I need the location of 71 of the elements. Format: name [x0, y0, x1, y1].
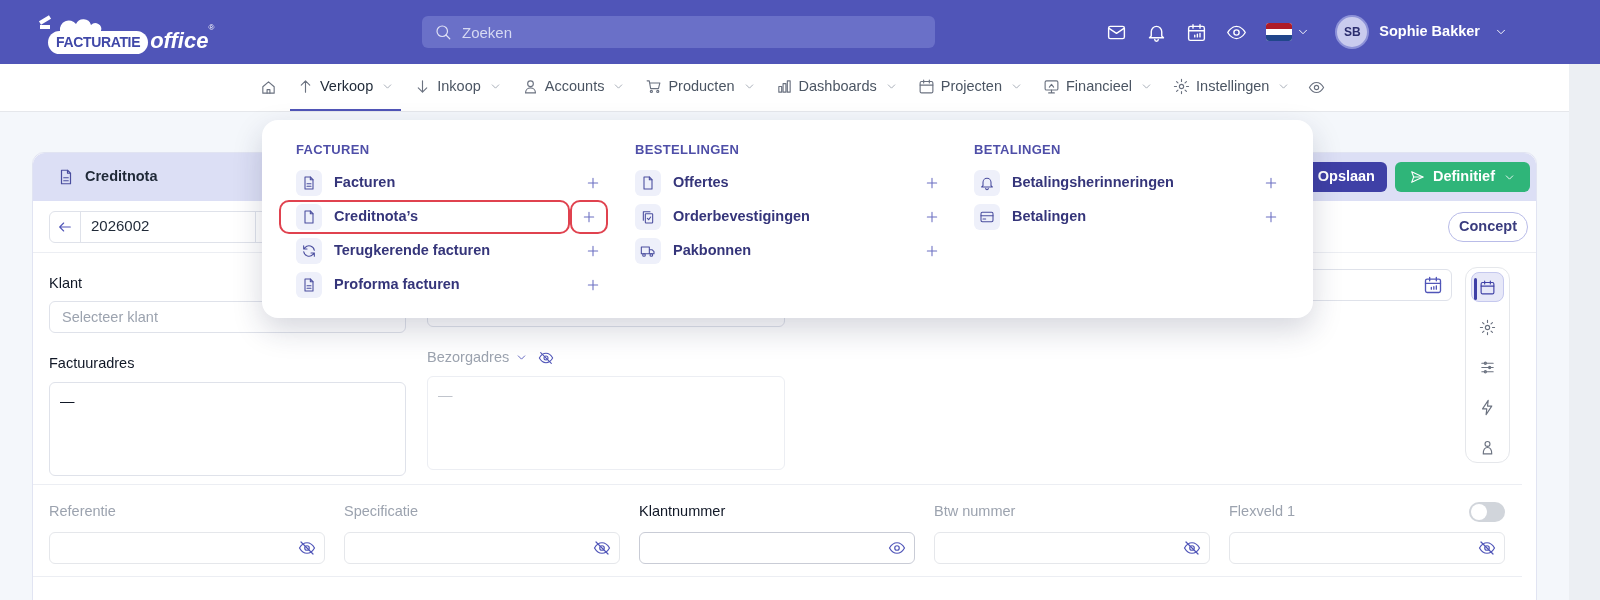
clipboard-icon	[640, 208, 656, 225]
nav-tab[interactable]: Verkoop	[290, 64, 402, 111]
eye-off-icon[interactable]	[298, 539, 316, 557]
settings-icon	[1479, 318, 1496, 336]
menu-item[interactable]: Terugkerende facturen	[296, 235, 576, 266]
field-label: Klant	[49, 274, 83, 293]
nav-tab[interactable]: Accounts	[514, 64, 633, 111]
document-icon	[301, 276, 317, 293]
menu-item[interactable]: Creditnota’s	[281, 201, 568, 232]
monitor-icon	[1043, 78, 1060, 95]
add-button[interactable]	[572, 201, 606, 232]
client-select[interactable]: Selecteer klant	[49, 300, 406, 333]
menu-heading: FACTUREN	[296, 141, 371, 159]
calendar-icon	[917, 78, 935, 95]
menu-item[interactable]: Facturen	[296, 167, 576, 198]
field-label: Bezorgadres	[427, 348, 510, 367]
user-name: Sophie Bakker	[1379, 22, 1480, 42]
field-label: Specificatie	[344, 502, 419, 522]
bar-chart-icon	[775, 78, 793, 95]
home-icon[interactable]	[260, 79, 277, 96]
menu-item[interactable]: Betalingen	[974, 201, 1254, 232]
calendar-icon	[1479, 278, 1496, 296]
text-field[interactable]	[934, 532, 1210, 564]
nav-tab[interactable]: Inkoop	[407, 64, 509, 111]
field-label: Referentie	[49, 502, 116, 522]
eye-off-icon[interactable]	[1478, 539, 1496, 557]
nav-tab[interactable]: Instellingen	[1166, 64, 1298, 111]
text-field[interactable]	[639, 532, 915, 564]
avatar[interactable]: SB	[1335, 15, 1370, 49]
eye-icon[interactable]	[888, 539, 906, 557]
nav-tab[interactable]: Projecten	[910, 64, 1030, 111]
menu-item[interactable]: Proforma facturen	[296, 269, 576, 300]
field-label: Btw nummer	[934, 502, 1016, 522]
refresh-icon	[301, 242, 317, 259]
field-label: Flexveld 1	[1229, 502, 1296, 522]
nav-tab[interactable]: Financieel	[1036, 64, 1161, 111]
nav-tab[interactable]: Producten	[638, 64, 763, 111]
billing-address-field[interactable]: —	[49, 381, 406, 476]
field-label: Klantnummer	[639, 502, 726, 522]
menu-item[interactable]: Pakbonnen	[635, 235, 915, 266]
field-label: Factuuradres	[49, 353, 135, 373]
side-panel-tab[interactable]	[1471, 272, 1504, 303]
logo-mark: ®	[208, 22, 215, 34]
menu-item[interactable]: Orderbevestigingen	[635, 201, 915, 232]
calendar-icon[interactable]	[1186, 21, 1208, 43]
menu-heading: BESTELLINGEN	[635, 141, 741, 159]
document-icon	[301, 208, 317, 225]
send-icon	[1408, 169, 1425, 185]
nav-tab[interactable]: Dashboards	[768, 64, 905, 111]
card-title: Creditnota	[85, 167, 158, 187]
document-icon	[301, 174, 317, 191]
document-icon	[640, 174, 656, 191]
eye-icon[interactable]	[1308, 79, 1326, 96]
text-field[interactable]	[49, 532, 325, 564]
settings-icon	[1173, 78, 1191, 95]
cart-icon	[645, 78, 663, 95]
toggle-switch[interactable]	[1469, 502, 1505, 522]
search-field[interactable]: Zoeken	[422, 16, 935, 48]
menu-item[interactable]: Offertes	[635, 167, 915, 198]
text-field[interactable]	[1229, 532, 1505, 564]
eye-off-icon[interactable]	[593, 539, 611, 557]
search-icon	[434, 23, 452, 41]
eye-off-icon[interactable]	[1183, 539, 1201, 557]
text-field[interactable]	[344, 532, 620, 564]
user-menu[interactable]: SB Sophie Bakker	[1335, 15, 1508, 49]
menu-item[interactable]: Betalingsherinneringen	[974, 167, 1254, 198]
logo-script: office	[150, 30, 209, 52]
flag-icon	[1266, 23, 1293, 41]
calendar-icon	[1423, 275, 1443, 295]
menu-heading: BETALINGEN	[974, 141, 1062, 159]
eye-off-icon[interactable]	[538, 349, 555, 366]
